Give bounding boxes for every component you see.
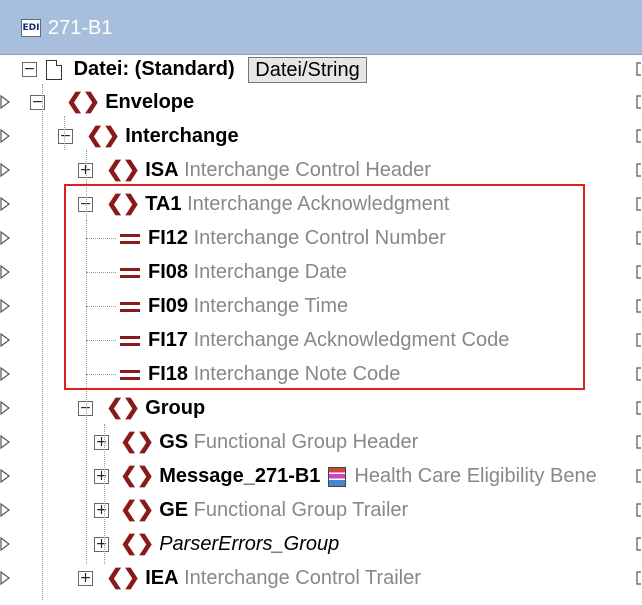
expand-toggle[interactable]: + [94,435,109,450]
input-connector-icon[interactable] [0,468,10,484]
file-string-button[interactable]: Datei/String [248,56,367,83]
node-name: IEA [145,567,179,589]
node-name: Message_271-B1 [159,465,321,487]
file-row: Datei: (Standard) Datei/String [46,52,367,86]
input-connector-icon[interactable] [0,366,10,382]
element-icon: ❮❯ [66,90,100,113]
title-bar[interactable]: EDI 271-B1 [0,0,642,55]
output-connector-icon[interactable] [636,367,642,381]
collapse-toggle[interactable]: − [58,129,73,144]
node-name: GE [159,499,189,521]
output-connector-icon[interactable] [636,62,642,76]
node-name: ISA [145,159,179,181]
input-connector-icon[interactable] [0,570,10,586]
output-connector-icon[interactable] [636,503,642,517]
element-icon: ❮❯ [120,430,154,453]
output-connector-icon[interactable] [636,537,642,551]
tree-guide-line [104,424,105,564]
output-connector-icon[interactable] [636,231,642,245]
node-description: Health Care Eligibility Bene [354,465,597,487]
tree-node-message[interactable]: ❮❯ Message_271-B1 Health Care Eligibility … [120,459,597,493]
output-connector-icon[interactable] [636,163,642,177]
output-connector-icon[interactable] [636,197,642,211]
expand-toggle[interactable]: + [94,469,109,484]
node-description: Functional Group Trailer [188,499,409,521]
output-connector-icon[interactable] [636,299,642,313]
edi-icon: EDI [21,19,41,37]
input-connector-icon[interactable] [0,298,10,314]
tree-node-parsererrors[interactable]: ❮❯ ParserErrors_Group [120,527,339,561]
expand-toggle[interactable]: + [78,571,93,586]
input-connector-icon[interactable] [0,536,10,552]
tree-node-ge[interactable]: ❮❯ GE Functional Group Trailer [120,493,408,527]
input-connector-icon[interactable] [0,94,10,110]
tree-guide-line [64,116,65,150]
input-connector-icon[interactable] [0,162,10,178]
input-connector-icon[interactable] [0,502,10,518]
element-icon: ❮❯ [120,532,154,555]
input-connector-icon[interactable] [0,230,10,246]
output-connector-icon[interactable] [636,265,642,279]
node-name: Group [145,397,206,419]
node-name: Interchange [125,125,239,147]
expand-toggle[interactable]: + [94,537,109,552]
node-name: GS [159,431,189,453]
tree-guide-line [42,84,43,600]
output-connector-icon[interactable] [636,333,642,347]
mapping-component-window: EDI 271-B1 − Datei: (Standard) Datei/Str… [0,0,642,605]
tree-node-envelope[interactable]: ❮❯ Envelope [66,85,194,119]
window-title: 271-B1 [48,17,113,39]
collapse-toggle[interactable]: − [22,62,37,77]
output-connector-icon[interactable] [636,95,642,109]
highlight-frame [64,184,585,390]
document-icon [46,59,62,80]
node-description: Interchange Control Trailer [178,567,421,589]
input-connector-icon[interactable] [0,128,10,144]
expand-toggle[interactable]: + [94,503,109,518]
element-icon: ❮❯ [106,566,140,589]
element-icon: ❮❯ [106,158,140,181]
node-name: ParserErrors_Group [159,533,340,555]
node-description: Interchange Control Header [178,159,431,181]
element-icon: ❮❯ [120,498,154,521]
element-icon: ❮❯ [106,396,140,419]
input-connector-icon[interactable] [0,196,10,212]
node-name: Envelope [105,91,195,113]
element-icon: ❮❯ [86,124,120,147]
output-connector-icon[interactable] [636,435,642,449]
input-connector-icon[interactable] [0,400,10,416]
tree-node-iea[interactable]: ❮❯ IEA Interchange Control Trailer [106,561,421,595]
node-description: Functional Group Header [188,431,419,453]
output-connector-icon[interactable] [636,469,642,483]
input-connector-icon[interactable] [0,434,10,450]
output-connector-icon[interactable] [636,401,642,415]
tree-node-interchange[interactable]: ❮❯ Interchange [86,119,239,153]
input-connector-icon[interactable] [0,264,10,280]
tree-node-gs[interactable]: ❮❯ GS Functional Group Header [120,425,418,459]
tree-node-isa[interactable]: ❮❯ ISA Interchange Control Header [106,153,431,187]
tree-node-group[interactable]: ❮❯ Group [106,391,205,425]
input-connector-icon[interactable] [0,332,10,348]
output-connector-icon[interactable] [636,571,642,585]
element-icon: ❮❯ [120,464,154,487]
output-connector-icon[interactable] [636,129,642,143]
message-icon[interactable] [328,466,347,487]
file-label: Datei: (Standard) [73,58,235,80]
